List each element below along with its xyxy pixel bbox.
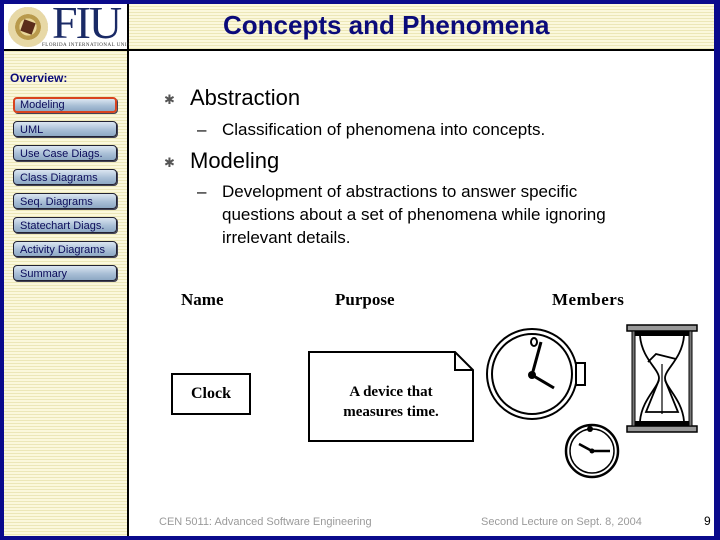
footer-course: CEN 5011: Advanced Software Engineering <box>159 516 372 528</box>
small-clock-icon <box>564 423 620 479</box>
hourglass-icon <box>626 324 698 433</box>
asterisk-bullet-icon: ✱ <box>164 155 175 170</box>
sub-bullet-development-line3: irrelevant details. <box>222 228 351 247</box>
sub-bullet-classification: Classification of phenomena into concept… <box>222 120 546 139</box>
wristwatch-icon <box>486 328 586 420</box>
bullet-modeling: Modeling <box>190 148 280 173</box>
slide: FIU FLORIDA INTERNATIONAL UNIVERSITY Ove… <box>4 4 714 536</box>
sub-bullet-development-line1: Development of abstractions to answer sp… <box>222 182 578 201</box>
bullet-abstraction: Abstraction <box>190 85 301 110</box>
footer-lecture: Second Lecture on Sept. 8, 2004 <box>481 516 642 528</box>
class-box-clock: Clock <box>171 373 251 415</box>
purpose-note: A device that measures time. <box>308 382 474 422</box>
header-name: Name <box>181 290 224 309</box>
header-members: Members <box>552 290 625 309</box>
purpose-line-1: A device that <box>349 384 433 400</box>
sub-bullet-development-line2: questions about a set of phenomena while… <box>222 205 606 224</box>
dash-bullet-icon: – <box>197 182 207 201</box>
dash-bullet-icon: – <box>197 120 207 139</box>
asterisk-bullet-icon: ✱ <box>164 92 175 107</box>
purpose-line-2: measures time. <box>343 404 439 420</box>
page-number: 9 <box>704 514 711 528</box>
header-purpose: Purpose <box>335 290 395 309</box>
